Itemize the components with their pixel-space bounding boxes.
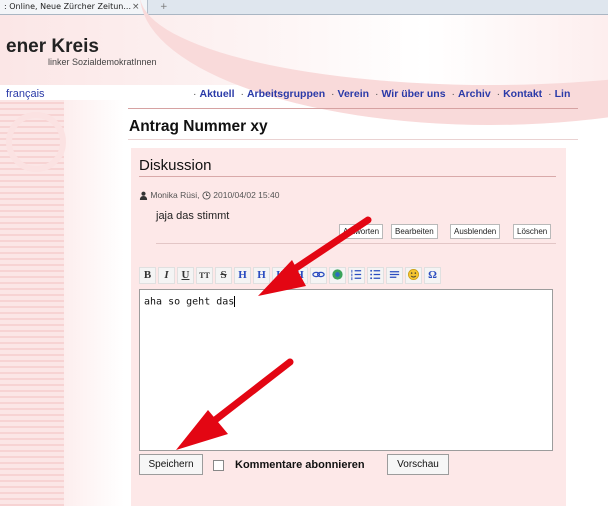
monospace-button[interactable]: TT xyxy=(196,267,213,284)
heading3-button[interactable]: H xyxy=(272,267,289,284)
header-curve-decoration xyxy=(140,0,608,125)
strikethrough-button[interactable]: S xyxy=(215,267,232,284)
comment-divider xyxy=(156,243,556,244)
title-divider xyxy=(128,139,578,140)
site-title: ener Kreis xyxy=(6,36,99,57)
subscribe-checkbox[interactable] xyxy=(213,460,224,471)
nav-arbeitsgruppen[interactable]: Arbeitsgruppen xyxy=(247,88,325,100)
nav-kontakt[interactable]: Kontakt xyxy=(503,88,542,100)
discussion-divider xyxy=(139,176,556,177)
user-icon xyxy=(139,191,148,201)
heading4-button[interactable]: H xyxy=(291,267,308,284)
site-subtitle: linker SozialdemokratInnen xyxy=(48,57,157,67)
quote-icon xyxy=(389,271,400,278)
special-char-button[interactable]: Ω xyxy=(424,267,441,284)
edit-button[interactable]: Bearbeiten xyxy=(391,224,438,239)
discussion-heading: Diskussion xyxy=(139,157,212,174)
nav-verein[interactable]: Verein xyxy=(338,88,370,100)
link-icon xyxy=(312,271,325,278)
smiley-button[interactable] xyxy=(405,267,422,284)
editor-content: aha so geht das xyxy=(144,296,235,308)
nav-wir-ueber-uns[interactable]: Wir über uns xyxy=(381,88,445,100)
unordered-list-button[interactable] xyxy=(367,267,384,284)
italic-button[interactable]: I xyxy=(158,267,175,284)
heading2-button[interactable]: H xyxy=(253,267,270,284)
page: : Online, Neue Zürcher Zeitun... × + ene… xyxy=(0,0,608,506)
quote-button[interactable] xyxy=(386,267,403,284)
subscribe-label: Kommentare abonnieren xyxy=(235,459,365,471)
editor-toolbar: B I U TT S H H H H Ω xyxy=(139,267,441,285)
nav-archiv[interactable]: Archiv xyxy=(458,88,491,100)
nav-aktuell[interactable]: Aktuell xyxy=(200,88,235,100)
comment-meta: Monika Rüsi, 2010/04/02 15:40 xyxy=(139,190,280,201)
save-button[interactable]: Speichern xyxy=(139,454,203,475)
underline-button[interactable]: U xyxy=(177,267,194,284)
comment-text: jaja das stimmt xyxy=(156,210,230,222)
ordered-list-button[interactable] xyxy=(348,267,365,284)
hide-button[interactable]: Ausblenden xyxy=(450,224,501,239)
page-title: Antrag Nummer xy xyxy=(129,118,268,135)
link-button[interactable] xyxy=(310,267,327,284)
bold-button[interactable]: B xyxy=(139,267,156,284)
browser-tab[interactable]: : Online, Neue Zürcher Zeitun... × xyxy=(0,0,148,14)
image-button[interactable] xyxy=(329,267,346,284)
text-caret xyxy=(234,296,236,307)
smiley-icon xyxy=(408,269,419,280)
clock-icon xyxy=(202,191,211,200)
nav-divider xyxy=(128,108,578,109)
ordered-list-icon xyxy=(351,269,362,281)
comment-editor[interactable]: aha so geht das xyxy=(139,289,553,451)
unordered-list-icon xyxy=(370,269,381,280)
tab-close-icon[interactable]: × xyxy=(132,0,140,14)
comment-author[interactable]: Monika Rüsi, xyxy=(150,190,199,200)
left-fade-decoration xyxy=(64,100,124,506)
nav-links[interactable]: Lin xyxy=(555,88,571,100)
preview-button[interactable]: Vorschau xyxy=(387,454,449,475)
image-icon xyxy=(332,269,343,280)
reply-button[interactable]: Antworten xyxy=(339,224,384,239)
language-link-french[interactable]: français xyxy=(6,88,45,100)
browser-tab-title: : Online, Neue Zürcher Zeitun... xyxy=(4,2,131,11)
heading1-button[interactable]: H xyxy=(234,267,251,284)
top-navigation: · Aktuell · Arbeitsgruppen · Verein · Wir üb… xyxy=(193,88,571,100)
logo-watermark-icon xyxy=(6,112,66,172)
delete-button[interactable]: Löschen xyxy=(513,224,552,239)
comment-date: 2010/04/02 15:40 xyxy=(213,190,280,200)
